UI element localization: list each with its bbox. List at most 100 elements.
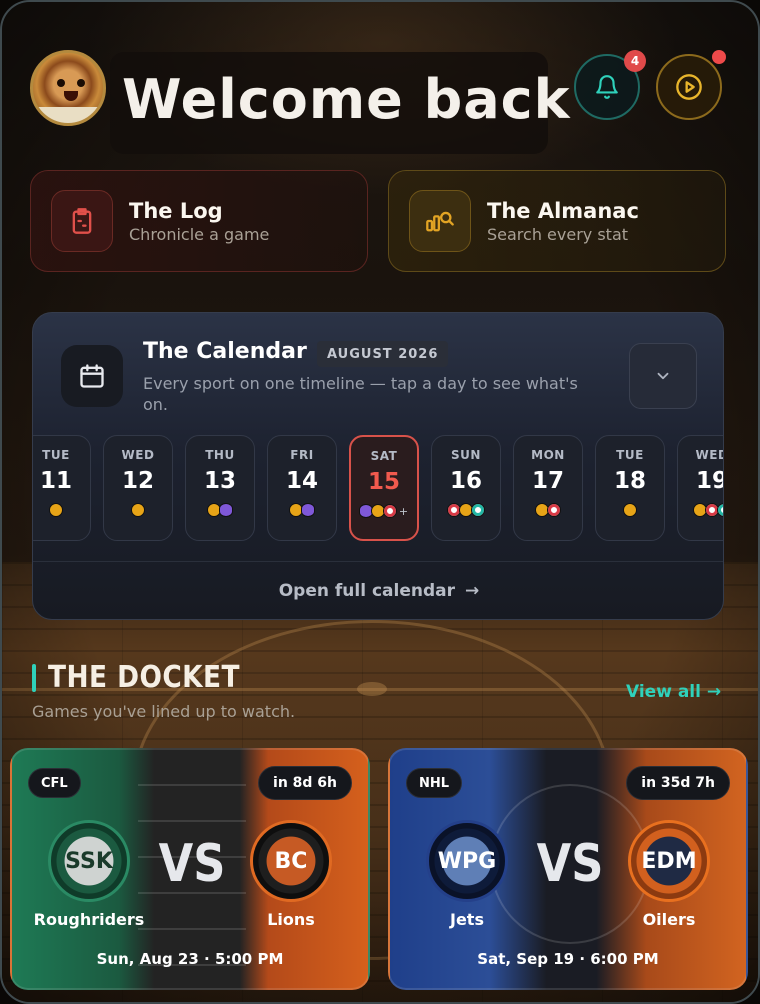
calendar-day[interactable]: TUE 11 xyxy=(33,435,91,541)
the-almanac-card[interactable]: The Almanac Search every stat xyxy=(388,170,726,272)
ball-sport-icon xyxy=(301,503,315,517)
the-log-subtitle: Chronicle a game xyxy=(129,224,270,244)
team-logo-home: WPG xyxy=(426,820,508,902)
docket-title: THE DOCKET xyxy=(48,660,240,695)
the-almanac-title: The Almanac xyxy=(487,198,639,223)
clipboard-icon xyxy=(72,208,92,234)
calendar-month-badge: AUGUST 2026 xyxy=(317,341,449,367)
sport-dots xyxy=(678,502,723,518)
calendar-card: The Calendar AUGUST 2026 Every sport on … xyxy=(32,312,724,620)
chevron-down-icon xyxy=(657,372,669,380)
team-abbr-away: EDM xyxy=(641,848,697,874)
day-of-week: WED xyxy=(121,448,155,462)
day-number: 13 xyxy=(203,468,236,494)
day-strip[interactable]: TUE 11 WED 12 THU 13 FRI 14 SAT 15 + SUN 16 MON 17 TUE 1… xyxy=(33,435,723,543)
red-sport-icon xyxy=(547,503,561,517)
the-log-title: The Log xyxy=(129,198,223,223)
sport-dots: + xyxy=(351,503,417,519)
team-name-away: Oilers xyxy=(642,910,696,929)
team-name-away: Lions xyxy=(267,910,315,929)
day-number: 19 xyxy=(695,468,723,494)
the-log-card[interactable]: The Log Chronicle a game xyxy=(30,170,368,272)
base-sport-icon xyxy=(623,503,637,517)
teal-sport-icon xyxy=(471,503,485,517)
stats-search-icon xyxy=(426,211,454,232)
day-of-week: TUE xyxy=(42,448,70,462)
more-events-indicator: + xyxy=(398,504,409,518)
ball-sport-icon xyxy=(219,503,233,517)
versus-label: VS xyxy=(536,834,604,894)
docket-subtitle: Games you've lined up to watch. xyxy=(32,702,296,721)
day-of-week: MON xyxy=(531,448,565,462)
team-name-home: Roughriders xyxy=(33,910,145,929)
calendar-day[interactable]: WED 19 xyxy=(677,435,723,541)
game-datetime: Sat, Sep 19 · 6:00 PM xyxy=(477,950,659,968)
sport-dots xyxy=(432,502,500,518)
team-name-home: Jets xyxy=(450,910,484,929)
day-of-week: WED xyxy=(695,448,723,462)
game-card[interactable]: CFL in 8d 6h SSK Roughriders VS BC Lions… xyxy=(10,748,370,990)
sport-dots xyxy=(514,502,582,518)
calendar-day[interactable]: SAT 15 + xyxy=(349,435,419,541)
calendar-expand-button[interactable] xyxy=(629,343,697,409)
team-logo-away: BC xyxy=(250,820,332,902)
play-alert-dot xyxy=(712,50,726,64)
docket-accent-bar xyxy=(32,664,36,692)
game-datetime: Sun, Aug 23 · 5:00 PM xyxy=(96,950,284,968)
base-sport-icon xyxy=(131,503,145,517)
calendar-day[interactable]: FRI 14 xyxy=(267,435,337,541)
day-of-week: FRI xyxy=(290,448,314,462)
team-abbr-home: WPG xyxy=(437,848,497,874)
team-logo-home: SSK xyxy=(48,820,130,902)
day-number: 17 xyxy=(531,468,564,494)
bell-icon xyxy=(596,75,618,99)
league-badge: CFL xyxy=(28,768,81,798)
base-sport-icon xyxy=(49,503,63,517)
day-of-week: SAT xyxy=(370,449,398,463)
sport-dots xyxy=(268,502,336,518)
calendar-day[interactable]: THU 13 xyxy=(185,435,255,541)
calendar-day[interactable]: WED 12 xyxy=(103,435,173,541)
court-center-dot xyxy=(357,682,387,696)
calendar-day[interactable]: MON 17 xyxy=(513,435,583,541)
day-of-week: THU xyxy=(205,448,235,462)
versus-label: VS xyxy=(158,834,226,894)
open-full-calendar-link[interactable]: Open full calendar → xyxy=(33,561,723,619)
day-number: 15 xyxy=(367,469,400,495)
countdown-badge: in 8d 6h xyxy=(258,766,352,800)
day-number: 14 xyxy=(285,468,318,494)
teal-sport-icon xyxy=(717,503,723,517)
day-number: 16 xyxy=(449,468,482,494)
day-number: 11 xyxy=(39,468,72,494)
calendar-icon xyxy=(80,364,104,388)
page-title: Welcome back xyxy=(122,68,571,131)
team-logo-away: EDM xyxy=(628,820,710,902)
sport-dots xyxy=(104,502,172,518)
day-number: 12 xyxy=(121,468,154,494)
arrow-right-icon: → xyxy=(465,580,480,601)
view-all-link[interactable]: View all → xyxy=(626,682,721,702)
calendar-subtitle: Every sport on one timeline — tap a day … xyxy=(143,374,578,414)
open-full-calendar-label: Open full calendar xyxy=(278,580,456,601)
day-of-week: SUN xyxy=(451,448,481,462)
calendar-day[interactable]: SUN 16 xyxy=(431,435,501,541)
game-card[interactable]: NHL in 35d 7h WPG Jets VS EDM Oilers Sat… xyxy=(388,748,748,990)
notification-count-badge: 4 xyxy=(624,50,646,72)
calendar-day[interactable]: TUE 18 xyxy=(595,435,665,541)
countdown-badge: in 35d 7h xyxy=(626,766,730,800)
team-abbr-away: BC xyxy=(274,848,308,874)
sport-dots xyxy=(186,502,254,518)
team-abbr-home: SSK xyxy=(65,848,113,874)
red-sport-icon xyxy=(382,504,397,518)
app-frame: Welcome back 4 The Log Chronicle a game xyxy=(0,0,760,1004)
calendar-title: The Calendar xyxy=(143,339,307,364)
play-icon xyxy=(676,74,702,100)
avatar[interactable] xyxy=(30,50,106,126)
the-almanac-subtitle: Search every stat xyxy=(487,224,629,244)
day-number: 18 xyxy=(613,468,646,494)
sport-dots xyxy=(33,502,90,518)
sport-dots xyxy=(596,502,664,518)
league-badge: NHL xyxy=(406,768,463,798)
play-button[interactable] xyxy=(656,54,722,120)
day-of-week: TUE xyxy=(616,448,644,462)
